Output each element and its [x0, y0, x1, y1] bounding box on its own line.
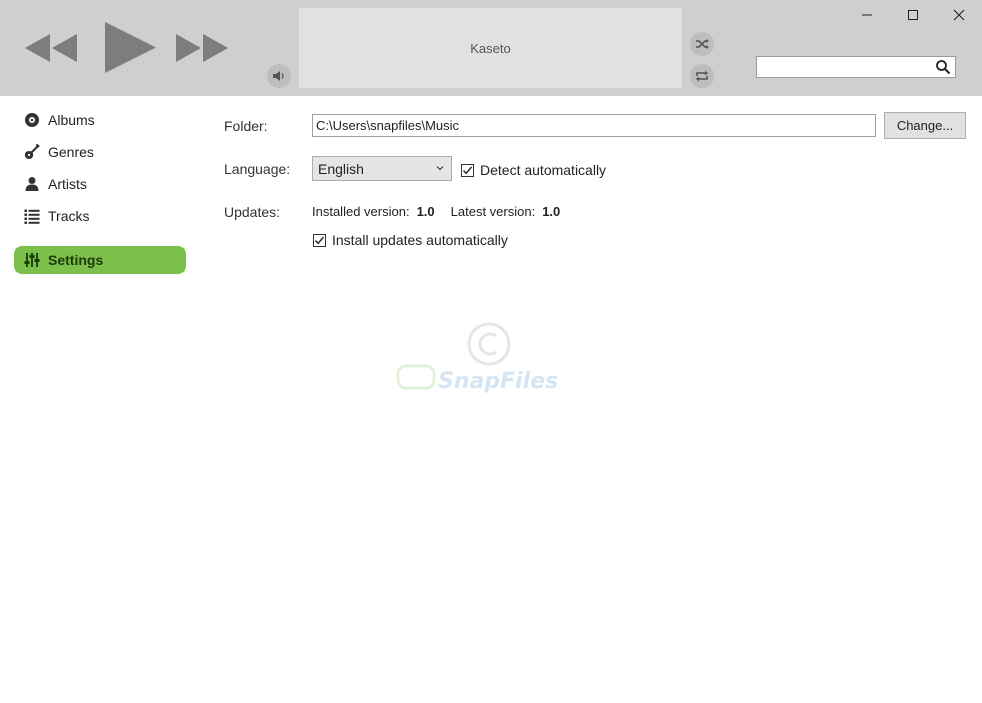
checkmark-icon — [462, 166, 473, 174]
sidebar-item-label: Artists — [48, 176, 87, 192]
version-info: Installed version: 1.0 Latest version: 1… — [312, 204, 576, 219]
close-button[interactable] — [936, 0, 982, 30]
now-playing-title: Kaseto — [470, 40, 511, 56]
installed-version-label: Installed version: — [312, 204, 410, 219]
change-folder-button[interactable]: Change... — [884, 112, 966, 139]
player-toolbar: Kaseto — [0, 0, 982, 96]
language-value: English — [318, 160, 364, 177]
maximize-button[interactable] — [890, 0, 936, 30]
svg-text:SnapFiles: SnapFiles — [438, 369, 558, 394]
sliders-icon — [24, 252, 40, 268]
close-icon — [953, 9, 965, 21]
minimize-button[interactable] — [844, 0, 890, 30]
list-icon — [24, 208, 40, 224]
search-box — [756, 56, 956, 78]
chevron-down-icon — [436, 166, 444, 171]
detect-automatically-label: Detect automatically — [480, 162, 607, 178]
install-updates-label: Install updates automatically — [332, 232, 508, 248]
language-label: Language: — [224, 161, 291, 177]
language-select[interactable]: English — [312, 156, 452, 181]
sidebar-item-label: Tracks — [48, 208, 90, 224]
checkbox-box — [461, 163, 474, 177]
minimize-icon — [862, 14, 872, 16]
sidebar-item-tracks[interactable]: Tracks — [14, 202, 186, 230]
sidebar-item-label: Genres — [48, 144, 94, 160]
sidebar-item-settings[interactable]: Settings — [14, 246, 186, 274]
search-input[interactable] — [759, 58, 937, 76]
sidebar: Albums Genres Artists Tracks Settings — [0, 96, 200, 703]
sidebar-item-label: Settings — [48, 252, 104, 268]
repeat-button[interactable] — [690, 64, 714, 88]
previous-button[interactable] — [24, 33, 78, 63]
disc-icon — [24, 112, 40, 128]
checkbox-box — [313, 233, 326, 247]
play-button[interactable] — [104, 22, 158, 74]
shuffle-icon — [696, 39, 709, 49]
volume-button[interactable] — [267, 64, 291, 88]
detect-automatically-checkbox[interactable]: Detect automatically — [461, 162, 606, 178]
speaker-icon — [273, 71, 284, 81]
installed-version-value: 1.0 — [416, 204, 435, 219]
sidebar-item-albums[interactable]: Albums — [14, 106, 186, 134]
fast-forward-icon — [176, 34, 228, 62]
sidebar-item-genres[interactable]: Genres — [14, 138, 186, 166]
rewind-icon — [25, 34, 77, 62]
play-icon — [105, 22, 156, 73]
search-icon[interactable] — [935, 59, 951, 75]
snapfiles-watermark: SnapFiles — [396, 322, 558, 394]
checkmark-icon — [314, 236, 325, 244]
sidebar-item-label: Albums — [48, 112, 95, 128]
latest-version-label: Latest version: — [450, 204, 536, 219]
maximize-icon — [908, 10, 918, 20]
now-playing-panel: Kaseto — [299, 8, 682, 88]
next-button[interactable] — [175, 33, 229, 63]
guitar-icon — [24, 144, 40, 160]
person-icon — [24, 176, 40, 192]
shuffle-button[interactable] — [690, 32, 714, 56]
folder-label: Folder: — [224, 118, 268, 134]
repeat-icon — [696, 70, 708, 82]
sidebar-item-artists[interactable]: Artists — [14, 170, 186, 198]
folder-path-field[interactable] — [312, 114, 876, 137]
updates-label: Updates: — [224, 204, 281, 220]
install-updates-checkbox[interactable]: Install updates automatically — [313, 232, 508, 248]
latest-version-value: 1.0 — [542, 204, 561, 219]
